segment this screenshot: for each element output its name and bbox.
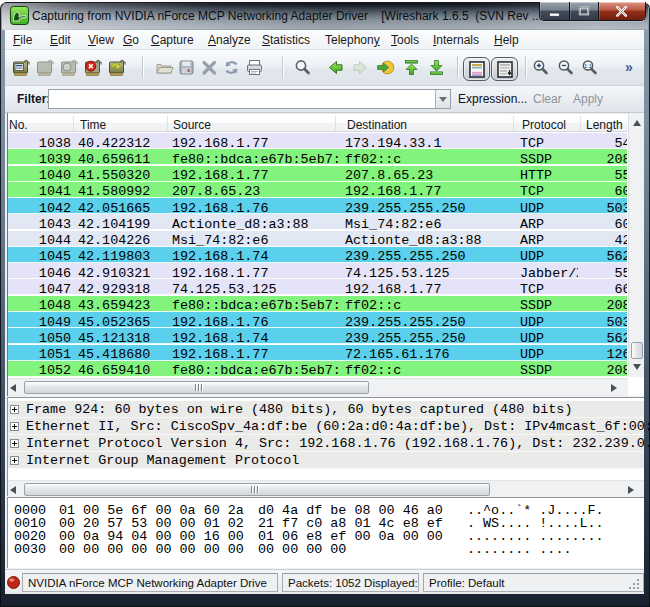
svg-text:1:1: 1:1 bbox=[584, 63, 592, 69]
